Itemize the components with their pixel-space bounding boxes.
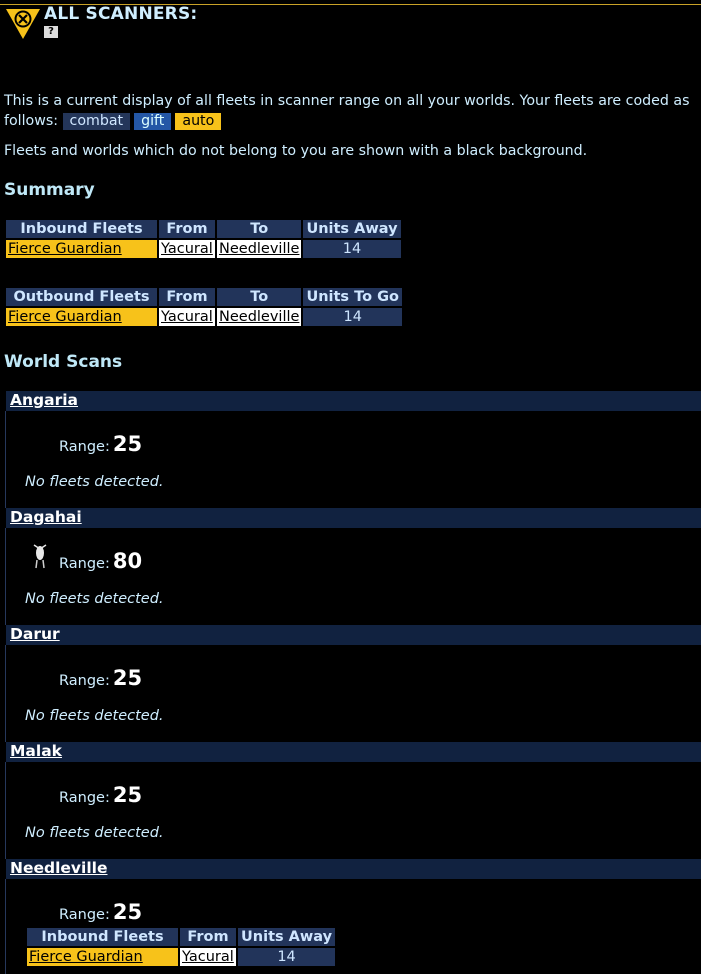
fleet-link[interactable]: Fierce Guardian bbox=[6, 240, 157, 258]
world-bar-needleville: Needleville bbox=[6, 859, 701, 879]
no-fleets-message: No fleets detected. bbox=[25, 825, 164, 841]
units-away-value: 14 bbox=[238, 948, 336, 966]
range-value: 80 bbox=[112, 549, 143, 573]
world-divider bbox=[5, 762, 6, 859]
world-link-needleville[interactable]: Needleville bbox=[10, 859, 107, 878]
legend-auto: auto bbox=[175, 113, 222, 130]
no-fleets-message: No fleets detected. bbox=[25, 474, 164, 490]
world-bar-dagahai: Dagahai bbox=[6, 508, 701, 528]
col-from: From bbox=[180, 928, 236, 946]
col-outbound-fleets: Outbound Fleets bbox=[6, 288, 157, 306]
range-value: 25 bbox=[112, 666, 143, 690]
world-divider bbox=[5, 528, 6, 625]
table-row: Fierce Guardian Yacural Needleville 14 bbox=[6, 240, 401, 258]
help-icon[interactable]: ? bbox=[44, 26, 58, 38]
col-inbound-fleets: Inbound Fleets bbox=[27, 928, 178, 946]
range-value: 25 bbox=[112, 900, 143, 924]
world-divider bbox=[5, 645, 6, 742]
col-units-away: Units Away bbox=[238, 928, 336, 946]
world-scans-heading: World Scans bbox=[4, 352, 123, 372]
world-link[interactable]: Yacural bbox=[159, 240, 215, 258]
world-bar-darur: Darur bbox=[6, 625, 701, 645]
units-to-go-value: 14 bbox=[303, 308, 402, 326]
scanner-ship-icon bbox=[33, 544, 47, 569]
fleet-link[interactable]: Fierce Guardian bbox=[6, 308, 157, 326]
world-divider bbox=[5, 411, 6, 508]
world-link-dagahai[interactable]: Dagahai bbox=[10, 508, 82, 527]
range-readout: Range: 80 bbox=[59, 549, 143, 573]
intro-text: This is a current display of all fleets … bbox=[4, 93, 690, 130]
world-link[interactable]: Yacural bbox=[159, 308, 215, 326]
world-link[interactable]: Needleville bbox=[217, 308, 302, 326]
world-link-darur[interactable]: Darur bbox=[10, 625, 60, 644]
world-link-malak[interactable]: Malak bbox=[10, 742, 62, 761]
world-link-angaria[interactable]: Angaria bbox=[10, 391, 78, 410]
range-readout: Range: 25 bbox=[59, 666, 143, 690]
range-value: 25 bbox=[112, 432, 143, 456]
legend-combat: combat bbox=[62, 113, 131, 130]
legend-gift: gift bbox=[134, 113, 172, 130]
col-from: From bbox=[159, 220, 215, 238]
col-units-away: Units Away bbox=[303, 220, 401, 238]
page-title: ALL SCANNERS: bbox=[44, 4, 198, 24]
col-to: To bbox=[217, 220, 302, 238]
col-from: From bbox=[159, 288, 215, 306]
table-row: Fierce Guardian Yacural 14 bbox=[27, 948, 336, 966]
scanner-badge-icon bbox=[6, 9, 40, 39]
outbound-summary-table: Outbound Fleets From To Units To Go Fier… bbox=[4, 286, 404, 328]
world-link[interactable]: Needleville bbox=[217, 240, 302, 258]
col-units-to-go: Units To Go bbox=[303, 288, 402, 306]
world-divider bbox=[5, 879, 6, 974]
table-row: Fierce Guardian Yacural Needleville 14 bbox=[6, 308, 402, 326]
summary-heading: Summary bbox=[4, 180, 95, 200]
no-fleets-message: No fleets detected. bbox=[25, 591, 164, 607]
needleville-inbound-table: Inbound Fleets From Units Away Fierce Gu… bbox=[25, 926, 337, 968]
ownership-note: Fleets and worlds which do not belong to… bbox=[4, 143, 588, 159]
world-bar-angaria: Angaria bbox=[6, 391, 701, 411]
range-readout: Range: 25 bbox=[59, 783, 143, 807]
range-readout: Range: 25 bbox=[59, 900, 143, 924]
range-value: 25 bbox=[112, 783, 143, 807]
inbound-summary-table: Inbound Fleets From To Units Away Fierce… bbox=[4, 218, 403, 260]
fleet-link[interactable]: Fierce Guardian bbox=[27, 948, 178, 966]
range-readout: Range: 25 bbox=[59, 432, 143, 456]
col-inbound-fleets: Inbound Fleets bbox=[6, 220, 157, 238]
world-link[interactable]: Yacural bbox=[180, 948, 236, 966]
col-to: To bbox=[217, 288, 302, 306]
units-away-value: 14 bbox=[303, 240, 401, 258]
world-bar-malak: Malak bbox=[6, 742, 701, 762]
no-fleets-message: No fleets detected. bbox=[25, 708, 164, 724]
